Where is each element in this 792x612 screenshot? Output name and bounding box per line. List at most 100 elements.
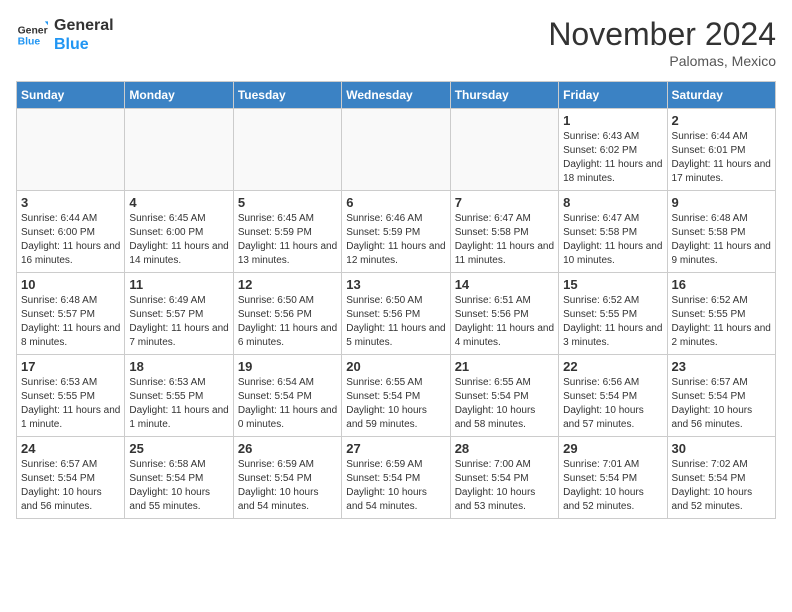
day-info: Sunrise: 7:00 AMSunset: 5:54 PMDaylight:… (455, 458, 554, 514)
day-number: 3 (21, 195, 120, 210)
calendar-cell: 27 Sunrise: 6:59 AMSunset: 5:54 PMDayligh… (342, 437, 450, 519)
day-number: 1 (563, 113, 662, 128)
day-number: 8 (563, 195, 662, 210)
day-number: 9 (672, 195, 771, 210)
day-info: Sunrise: 6:59 AMSunset: 5:54 PMDaylight:… (346, 458, 445, 514)
day-info: Sunrise: 6:48 AMSunset: 5:57 PMDaylight:… (21, 294, 120, 350)
day-number: 24 (21, 441, 120, 456)
day-info: Sunrise: 6:44 AMSunset: 6:00 PMDaylight:… (21, 212, 120, 268)
calendar-cell: 18Sunrise: 6:53 AMSunset: 5:55 PMDayligh… (125, 355, 233, 437)
day-number: 20 (346, 359, 445, 374)
calendar-cell: 22 Sunrise: 6:56 AMSunset: 5:54 PMDayligh… (559, 355, 667, 437)
week-row-1: 1 Sunrise: 6:43 AMSunset: 6:02 PMDaylight… (17, 109, 776, 191)
day-number: 25 (129, 441, 228, 456)
column-header-tuesday: Tuesday (233, 82, 341, 109)
day-info: Sunrise: 6:57 AMSunset: 5:54 PMDaylight:… (21, 458, 120, 514)
calendar-cell: 4Sunrise: 6:45 AMSunset: 6:00 PMDaylight… (125, 191, 233, 273)
calendar-cell (450, 109, 558, 191)
day-number: 16 (672, 277, 771, 292)
calendar-cell: 5Sunrise: 6:45 AMSunset: 5:59 PMDaylight… (233, 191, 341, 273)
day-info: Sunrise: 6:56 AMSunset: 5:54 PMDaylight:… (563, 376, 662, 432)
day-number: 28 (455, 441, 554, 456)
calendar-cell: 15 Sunrise: 6:52 AMSunset: 5:55 PMDayligh… (559, 273, 667, 355)
calendar-cell (233, 109, 341, 191)
day-info: Sunrise: 7:01 AMSunset: 5:54 PMDaylight:… (563, 458, 662, 514)
column-header-sunday: Sunday (17, 82, 125, 109)
calendar-cell: 6Sunrise: 6:46 AMSunset: 5:59 PMDaylight… (342, 191, 450, 273)
day-info: Sunrise: 6:55 AMSunset: 5:54 PMDaylight:… (346, 376, 445, 432)
day-info: Sunrise: 6:51 AMSunset: 5:56 PMDaylight:… (455, 294, 554, 350)
calendar-cell: 26 Sunrise: 6:59 AMSunset: 5:54 PMDayligh… (233, 437, 341, 519)
day-number: 14 (455, 277, 554, 292)
logo-general: General (54, 16, 114, 35)
day-info: Sunrise: 6:48 AMSunset: 5:58 PMDaylight:… (672, 212, 771, 268)
day-number: 29 (563, 441, 662, 456)
week-row-3: 10 Sunrise: 6:48 AMSunset: 5:57 PMDayligh… (17, 273, 776, 355)
calendar-cell: 30 Sunrise: 7:02 AMSunset: 5:54 PMDayligh… (667, 437, 775, 519)
logo: General Blue General Blue (16, 16, 114, 54)
page-header: General Blue General Blue November 2024 … (16, 16, 776, 69)
calendar-cell: 10 Sunrise: 6:48 AMSunset: 5:57 PMDayligh… (17, 273, 125, 355)
title-block: November 2024 Palomas, Mexico (548, 16, 776, 69)
day-number: 10 (21, 277, 120, 292)
week-row-4: 17Sunrise: 6:53 AMSunset: 5:55 PMDayligh… (17, 355, 776, 437)
calendar-cell: 2Sunrise: 6:44 AMSunset: 6:01 PMDaylight… (667, 109, 775, 191)
calendar-cell: 23Sunrise: 6:57 AMSunset: 5:54 PMDayligh… (667, 355, 775, 437)
week-row-5: 24 Sunrise: 6:57 AMSunset: 5:54 PMDayligh… (17, 437, 776, 519)
calendar-cell: 14 Sunrise: 6:51 AMSunset: 5:56 PMDayligh… (450, 273, 558, 355)
day-info: Sunrise: 6:44 AMSunset: 6:01 PMDaylight:… (672, 130, 771, 186)
calendar-cell (342, 109, 450, 191)
calendar-cell: 29 Sunrise: 7:01 AMSunset: 5:54 PMDayligh… (559, 437, 667, 519)
calendar-cell: 1 Sunrise: 6:43 AMSunset: 6:02 PMDaylight… (559, 109, 667, 191)
calendar-cell (17, 109, 125, 191)
column-header-monday: Monday (125, 82, 233, 109)
logo-blue: Blue (54, 35, 114, 54)
calendar-cell: 25 Sunrise: 6:58 AMSunset: 5:54 PMDayligh… (125, 437, 233, 519)
column-header-saturday: Saturday (667, 82, 775, 109)
month-title: November 2024 (548, 16, 776, 53)
calendar-cell: 28 Sunrise: 7:00 AMSunset: 5:54 PMDayligh… (450, 437, 558, 519)
svg-text:Blue: Blue (18, 37, 41, 48)
svg-text:General: General (18, 26, 48, 37)
week-row-2: 3 Sunrise: 6:44 AMSunset: 6:00 PMDaylight… (17, 191, 776, 273)
day-info: Sunrise: 6:52 AMSunset: 5:55 PMDaylight:… (672, 294, 771, 350)
calendar-cell: 13 Sunrise: 6:50 AMSunset: 5:56 PMDayligh… (342, 273, 450, 355)
day-info: Sunrise: 6:58 AMSunset: 5:54 PMDaylight:… (129, 458, 228, 514)
day-number: 30 (672, 441, 771, 456)
day-number: 13 (346, 277, 445, 292)
day-info: Sunrise: 6:45 AMSunset: 5:59 PMDaylight:… (238, 212, 337, 268)
calendar-cell: 16 Sunrise: 6:52 AMSunset: 5:55 PMDayligh… (667, 273, 775, 355)
day-number: 27 (346, 441, 445, 456)
day-info: Sunrise: 6:47 AMSunset: 5:58 PMDaylight:… (455, 212, 554, 268)
calendar-cell: 7Sunrise: 6:47 AMSunset: 5:58 PMDaylight… (450, 191, 558, 273)
day-number: 11 (129, 277, 228, 292)
day-info: Sunrise: 6:45 AMSunset: 6:00 PMDaylight:… (129, 212, 228, 268)
calendar-cell: 17Sunrise: 6:53 AMSunset: 5:55 PMDayligh… (17, 355, 125, 437)
calendar-cell: 24 Sunrise: 6:57 AMSunset: 5:54 PMDayligh… (17, 437, 125, 519)
day-number: 15 (563, 277, 662, 292)
day-number: 22 (563, 359, 662, 374)
day-info: Sunrise: 6:53 AMSunset: 5:55 PMDaylight:… (129, 376, 228, 432)
calendar-header-row: SundayMondayTuesdayWednesdayThursdayFrid… (17, 82, 776, 109)
day-info: Sunrise: 6:50 AMSunset: 5:56 PMDaylight:… (238, 294, 337, 350)
calendar-cell: 11Sunrise: 6:49 AMSunset: 5:57 PMDayligh… (125, 273, 233, 355)
day-info: Sunrise: 6:53 AMSunset: 5:55 PMDaylight:… (21, 376, 120, 432)
day-info: Sunrise: 7:02 AMSunset: 5:54 PMDaylight:… (672, 458, 771, 514)
calendar-cell: 8Sunrise: 6:47 AMSunset: 5:58 PMDaylight… (559, 191, 667, 273)
day-number: 26 (238, 441, 337, 456)
calendar-cell: 9 Sunrise: 6:48 AMSunset: 5:58 PMDaylight… (667, 191, 775, 273)
day-number: 6 (346, 195, 445, 210)
day-info: Sunrise: 6:52 AMSunset: 5:55 PMDaylight:… (563, 294, 662, 350)
column-header-thursday: Thursday (450, 82, 558, 109)
day-number: 19 (238, 359, 337, 374)
day-info: Sunrise: 6:57 AMSunset: 5:54 PMDaylight:… (672, 376, 771, 432)
calendar-cell: 12Sunrise: 6:50 AMSunset: 5:56 PMDayligh… (233, 273, 341, 355)
calendar-cell (125, 109, 233, 191)
column-header-wednesday: Wednesday (342, 82, 450, 109)
day-info: Sunrise: 6:43 AMSunset: 6:02 PMDaylight:… (563, 130, 662, 186)
day-info: Sunrise: 6:59 AMSunset: 5:54 PMDaylight:… (238, 458, 337, 514)
calendar-cell: 19Sunrise: 6:54 AMSunset: 5:54 PMDayligh… (233, 355, 341, 437)
location: Palomas, Mexico (548, 53, 776, 69)
logo-icon: General Blue (16, 19, 48, 51)
day-info: Sunrise: 6:50 AMSunset: 5:56 PMDaylight:… (346, 294, 445, 350)
